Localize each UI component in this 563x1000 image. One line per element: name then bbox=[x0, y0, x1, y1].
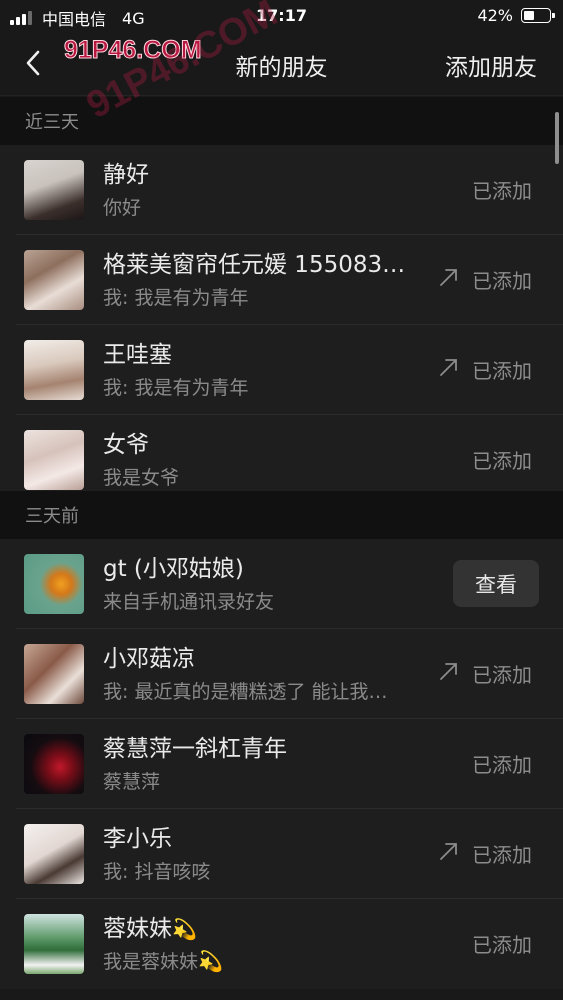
friend-row[interactable]: 蔡慧萍一斜杠青年 蔡慧萍 已添加 bbox=[0, 719, 563, 809]
friend-row[interactable]: 蓉妹妹💫 我是蓉妹妹💫 已添加 bbox=[0, 899, 563, 989]
friend-message: 你好 bbox=[103, 197, 142, 219]
friend-name: 蓉妹妹💫 bbox=[103, 909, 197, 943]
avatar bbox=[24, 554, 84, 614]
friend-message: 我: 抖音咳咳 bbox=[103, 861, 211, 883]
avatar bbox=[24, 824, 84, 884]
friend-name: 李小乐 bbox=[103, 826, 172, 852]
scrollbar[interactable] bbox=[555, 112, 559, 164]
section-header-recent: 近三天 bbox=[0, 97, 563, 145]
friend-message: 我是蓉妹妹💫 bbox=[103, 947, 223, 974]
added-status: 已添加 bbox=[472, 359, 532, 383]
friend-name-text: 蓉妹妹 bbox=[103, 916, 172, 942]
arrow-up-right-icon bbox=[440, 269, 457, 286]
battery-fill bbox=[524, 11, 535, 20]
friend-name: 小邓菇凉 bbox=[103, 646, 195, 672]
arrow-up-right-icon bbox=[440, 359, 457, 376]
avatar bbox=[24, 160, 84, 220]
battery-icon bbox=[521, 8, 555, 23]
friend-row[interactable]: gt (小邓姑娘) 来自手机通讯录好友 查看 bbox=[0, 539, 563, 629]
friend-message: 我: 我是有为青年 bbox=[103, 377, 249, 399]
friend-row[interactable]: 格莱美窗帘任元媛 155083… 我: 我是有为青年 已添加 bbox=[0, 235, 563, 325]
arrow-up-right-icon bbox=[440, 843, 457, 860]
sparkle-emoji-icon: 💫 bbox=[172, 917, 197, 941]
avatar bbox=[24, 250, 84, 310]
friend-row[interactable]: 静好 你好 已添加 bbox=[0, 145, 563, 235]
friend-name: 格莱美窗帘任元媛 155083… bbox=[103, 252, 406, 278]
friend-message: 我: 我是有为青年 bbox=[103, 287, 249, 309]
avatar bbox=[24, 644, 84, 704]
battery-percent: 42% bbox=[477, 6, 513, 25]
added-status: 已添加 bbox=[472, 933, 532, 957]
added-status: 已添加 bbox=[472, 843, 532, 867]
sparkle-emoji-icon: 💫 bbox=[198, 949, 223, 973]
friend-source: 来自手机通讯录好友 bbox=[103, 591, 275, 613]
friend-row[interactable]: 王哇塞 我: 我是有为青年 已添加 bbox=[0, 325, 563, 415]
added-status: 已添加 bbox=[472, 179, 532, 203]
avatar bbox=[24, 914, 84, 974]
added-status: 已添加 bbox=[472, 449, 532, 473]
added-status: 已添加 bbox=[472, 753, 532, 777]
friend-name: 静好 bbox=[103, 162, 149, 188]
friend-name: 蔡慧萍一斜杠青年 bbox=[103, 736, 287, 762]
avatar bbox=[24, 340, 84, 400]
friend-name: gt (小邓姑娘) bbox=[103, 556, 244, 582]
friend-message: 我是女爷 bbox=[103, 467, 180, 489]
avatar bbox=[24, 734, 84, 794]
friend-name: 女爷 bbox=[103, 432, 149, 458]
added-status: 已添加 bbox=[472, 269, 532, 293]
friend-message-text: 我是蓉妹妹 bbox=[103, 951, 199, 973]
friend-row[interactable]: 李小乐 我: 抖音咳咳 已添加 bbox=[0, 809, 563, 899]
view-button[interactable]: 查看 bbox=[453, 560, 539, 607]
status-right: 42% bbox=[477, 6, 555, 25]
avatar bbox=[24, 430, 84, 490]
friend-name: 王哇塞 bbox=[103, 342, 172, 368]
friend-message: 蔡慧萍 bbox=[103, 771, 161, 793]
arrow-up-right-icon bbox=[440, 663, 457, 680]
add-friend-button[interactable]: 添加朋友 bbox=[445, 48, 537, 82]
friend-message: 我: 最近真的是糟糕透了 能让我… bbox=[103, 681, 388, 703]
friend-row[interactable]: 小邓菇凉 我: 最近真的是糟糕透了 能让我… 已添加 bbox=[0, 629, 563, 719]
added-status: 已添加 bbox=[472, 663, 532, 687]
section-header-earlier: 三天前 bbox=[0, 491, 563, 539]
